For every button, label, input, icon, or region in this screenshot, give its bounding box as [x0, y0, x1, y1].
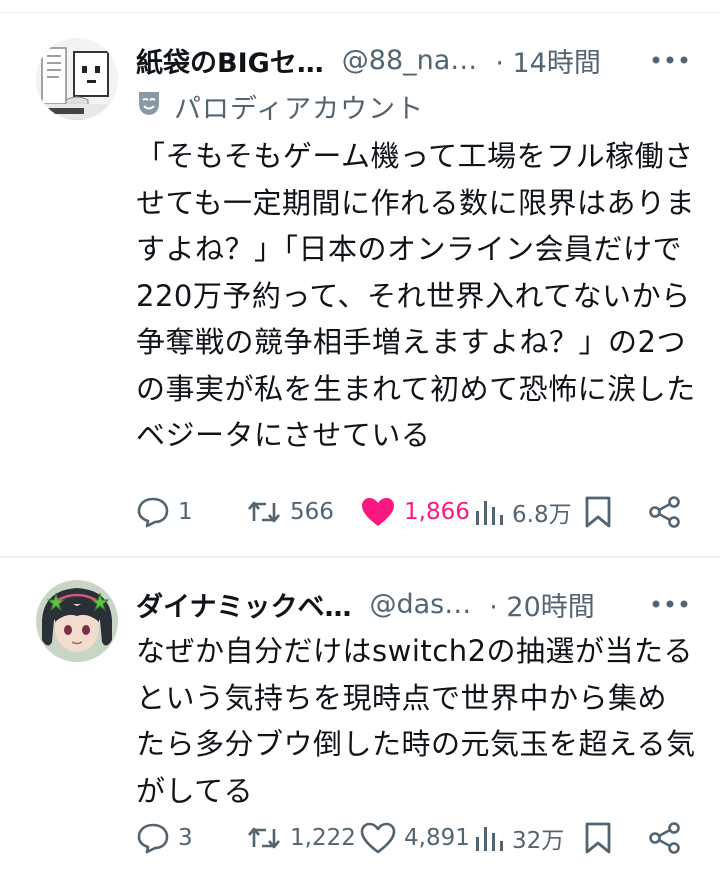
bookmark-button[interactable]	[584, 816, 612, 860]
avatar-image	[36, 38, 118, 120]
tweet-text: なぜか自分だけはswitch2の抽選が当たるという気持ちを現時点で世界中から集め…	[136, 634, 696, 808]
display-name[interactable]: ダイナミックベ…	[136, 585, 351, 624]
retweet-count: 566	[290, 499, 334, 525]
tweet-header: 紙袋のBIGセ… @88_na… · 14時間	[136, 38, 690, 82]
tweet-header: ダイナミックベ… @das… · 20時間	[136, 582, 690, 626]
reply-icon	[136, 822, 170, 854]
tweet-separator	[0, 556, 720, 558]
reply-icon	[136, 496, 170, 528]
more-icon[interactable]	[650, 50, 690, 70]
retweet-button[interactable]: 1,222	[246, 816, 356, 860]
like-button[interactable]: 1,866	[360, 490, 470, 534]
handle[interactable]: @88_na…	[342, 45, 478, 76]
action-bar: 3 1,222 4,891 32万	[136, 816, 690, 860]
timeline-feed: 紙袋のBIGセ… @88_na… · 14時間 パロディアカウント 「そもそもゲ…	[0, 0, 720, 880]
action-bar: 1 566 1,866 6.8万	[136, 490, 690, 534]
parody-label: パロディアカウント	[136, 88, 425, 125]
like-count: 4,891	[404, 825, 470, 851]
bookmark-icon	[584, 821, 612, 855]
like-icon	[360, 496, 396, 528]
views-count: 6.8万	[512, 502, 572, 528]
like-count: 1,866	[404, 499, 470, 525]
retweet-button[interactable]: 566	[246, 490, 334, 534]
retweet-icon	[246, 823, 282, 853]
views-count: 32万	[512, 828, 565, 854]
views-button[interactable]: 6.8万	[474, 490, 572, 534]
retweet-count: 1,222	[290, 825, 356, 851]
bookmark-button[interactable]	[584, 490, 612, 534]
handle[interactable]: @das…	[369, 589, 471, 620]
share-button[interactable]	[648, 816, 682, 860]
timestamp[interactable]: · 14時間	[495, 41, 601, 80]
display-name[interactable]: 紙袋のBIGセ…	[136, 41, 324, 80]
views-icon	[474, 497, 504, 527]
retweet-icon	[246, 497, 282, 527]
parody-mask-icon	[136, 89, 174, 124]
reply-button[interactable]: 3	[136, 816, 193, 860]
bookmark-icon	[584, 495, 612, 529]
reply-button[interactable]: 1	[136, 490, 193, 534]
tweet-2[interactable]: ダイナミックベ… @das… · 20時間 なぜか自分だけはswitch2の抽選…	[0, 560, 720, 880]
views-button[interactable]: 32万	[474, 816, 564, 860]
share-button[interactable]	[648, 490, 682, 534]
tweet-1[interactable]: 紙袋のBIGセ… @88_na… · 14時間 パロディアカウント 「そもそもゲ…	[0, 0, 720, 555]
reply-count: 3	[178, 825, 193, 851]
share-icon	[648, 495, 682, 529]
like-button[interactable]: 4,891	[360, 816, 470, 860]
reply-count: 1	[178, 499, 193, 525]
views-icon	[474, 823, 504, 853]
avatar[interactable]	[36, 580, 118, 662]
share-icon	[648, 821, 682, 855]
parody-label-text: パロディアカウント	[174, 93, 425, 125]
like-icon	[360, 822, 396, 854]
avatar[interactable]	[36, 38, 118, 120]
tweet-text: 「そもそもゲーム機って工場をフル稼働させても一定期間に作れる数に限界はありますよ…	[136, 139, 696, 452]
timestamp[interactable]: · 20時間	[489, 585, 595, 624]
more-icon[interactable]	[650, 594, 690, 614]
avatar-image	[36, 580, 118, 662]
